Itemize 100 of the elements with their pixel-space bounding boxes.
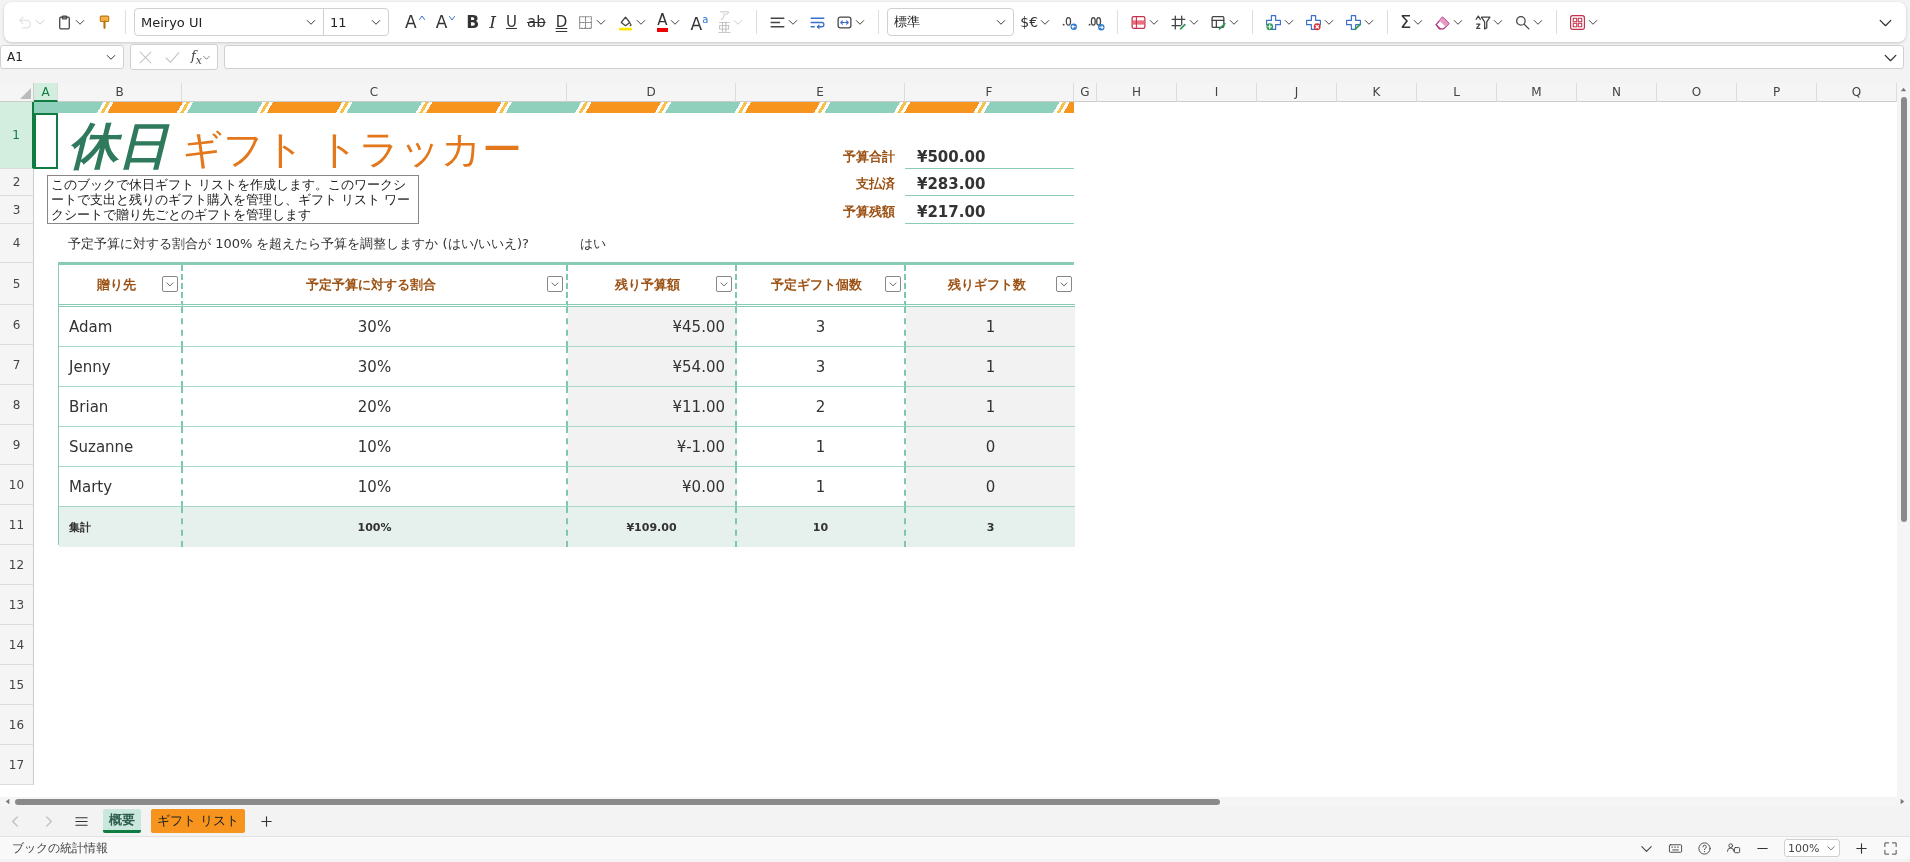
column-header[interactable]: K [1337,83,1417,102]
currency-button[interactable]: $€ [1016,7,1056,37]
right-arrow-icon[interactable] [1898,797,1907,806]
name-box[interactable]: A1 [0,45,124,69]
total-cell: 10 [737,507,906,547]
row-header[interactable]: 13 [0,585,34,625]
row-header[interactable]: 8 [0,385,34,425]
row-header[interactable]: 5 [0,263,34,305]
column-header[interactable]: N [1577,83,1657,102]
grow-button[interactable]: A [401,7,430,37]
column-label: 残りギフト数 [947,275,1027,294]
filter-button[interactable] [885,276,901,292]
scroll-thumb[interactable] [15,798,1220,805]
left-arrow-icon[interactable] [3,797,12,806]
filter-button[interactable] [1056,276,1072,292]
total-cell: 100% [183,507,568,547]
row-header[interactable]: 15 [0,665,34,705]
row-header[interactable]: 16 [0,705,34,745]
table-cell: Brian [59,387,183,427]
table-cell: Jenny [59,347,183,387]
total-cell: 集計 [59,507,183,547]
sheet-tab[interactable]: 概要 [103,809,141,833]
number-format-dropdown[interactable]: 標準 [887,8,1015,36]
column-label: 予定予算に対する割合 [305,275,437,294]
zoom-dropdown[interactable]: 100% [1784,839,1840,857]
column-header[interactable]: O [1657,83,1737,102]
table-cell: 1 [906,347,1075,387]
table-cell: 20% [183,387,568,427]
filter-button[interactable] [547,276,563,292]
fullscreen-icon[interactable] [1883,840,1898,856]
column-header[interactable]: L [1417,83,1497,102]
row-header[interactable]: 2 [0,169,34,196]
plus-icon[interactable] [1854,840,1869,856]
scroll-thumb[interactable] [1900,97,1907,522]
table-cell: 10% [183,427,568,467]
column-label: 予定ギフト個数 [771,275,863,294]
sum-button[interactable]: Σ [1396,7,1429,37]
summary-label: 予算残額 [842,203,896,221]
table-cell: 3 [737,307,906,347]
table-cell: 10% [183,467,568,507]
column-header[interactable]: E [736,83,905,102]
column-header[interactable]: M [1497,83,1577,102]
caret-icon [1826,843,1836,853]
superscript-button[interactable]: A$^{a}$ [686,7,713,37]
row-header[interactable]: 4 [0,224,34,263]
row-header[interactable]: 1 [0,102,34,169]
plus-icon[interactable] [259,813,275,829]
cell-cursor[interactable] [34,113,58,169]
down-caret-icon [448,14,457,22]
dunderline-button[interactable]: D [551,7,572,37]
help-icon[interactable] [1697,840,1712,856]
up-arrow-icon[interactable] [1899,85,1908,94]
column-header[interactable]: G [1074,83,1097,102]
row-header[interactable]: 12 [0,545,34,585]
total-cell: ¥109.00 [568,507,737,547]
row-header[interactable]: 9 [0,425,34,465]
table-cell: 1 [737,427,906,467]
column-header[interactable]: D [567,83,736,102]
sheet-tab[interactable]: ギフト リスト [151,809,246,833]
table-cell: 30% [183,347,568,387]
strike-button[interactable]: ab [522,7,550,37]
row-header[interactable]: 3 [0,196,34,224]
column-header[interactable]: H [1097,83,1177,102]
bold-button[interactable]: B [462,7,484,37]
column-header[interactable]: Q [1817,83,1897,102]
row-header[interactable]: 7 [0,345,34,385]
title-highlight: 休日 [68,121,168,171]
italic-button[interactable]: I [485,7,500,37]
question-text: 予定予算に対する割合が 100% を超えたら予算を調整しますか (はい/いいえ)? [67,234,530,253]
column-header[interactable]: I [1177,83,1257,102]
column-header[interactable]: C [182,83,567,102]
font-dropdown[interactable]: Meiryo UI [134,8,324,36]
table-cell: ¥11.00 [568,387,737,427]
insert-function-button[interactable]: f$_{x}$ [189,47,213,67]
column-header[interactable]: P [1737,83,1817,102]
row-header[interactable]: 11 [0,505,34,545]
row-header[interactable]: 17 [0,745,34,785]
font-size-dropdown[interactable]: 11 [323,8,389,36]
table-cell: ¥45.00 [568,307,737,347]
shrink-button[interactable]: A [431,7,461,37]
table-cell: ¥54.00 [568,347,737,387]
row-header[interactable]: 6 [0,305,34,345]
fontcolor-button[interactable]: A [653,7,685,37]
table-cell: 1 [906,387,1075,427]
row-header[interactable]: 10 [0,465,34,505]
filter-button[interactable] [716,276,732,292]
row-header[interactable]: 14 [0,625,34,665]
table-cell: ¥-1.00 [568,427,737,467]
column-header[interactable]: A [34,83,58,102]
column-header[interactable]: J [1257,83,1337,102]
formula-field[interactable] [223,45,1904,69]
column-header[interactable]: F [905,83,1074,102]
title-text: ギフト トラッカー [182,129,522,169]
summary-value: ¥217.00 [905,196,1074,224]
people-icon[interactable] [1726,840,1741,856]
table-cell: 1 [737,467,906,507]
underline-button[interactable]: U [501,7,521,37]
table-cell: 3 [737,347,906,387]
filter-button[interactable] [162,276,178,292]
column-header[interactable]: B [58,83,182,102]
